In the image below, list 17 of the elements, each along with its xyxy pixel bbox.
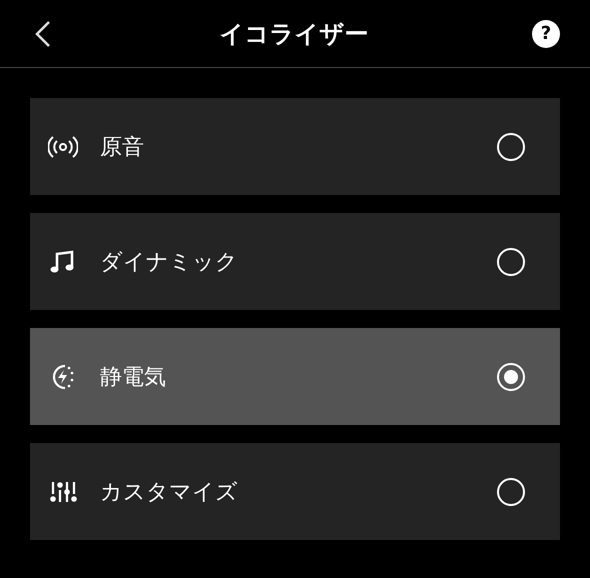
- preset-label: カスタマイズ: [100, 478, 239, 506]
- radio-button[interactable]: [497, 362, 525, 390]
- radio-button[interactable]: [497, 248, 525, 276]
- preset-option[interactable]: 静電気: [30, 328, 560, 425]
- preset-option[interactable]: カスタマイズ: [30, 443, 560, 540]
- back-icon: [34, 20, 52, 48]
- screen-title: イコライザー: [220, 18, 368, 50]
- help-button[interactable]: ?: [532, 20, 560, 48]
- preset-label: 静電気: [100, 364, 167, 392]
- radio-button[interactable]: [497, 478, 525, 506]
- preset-label: ダイナミック: [100, 248, 239, 276]
- radio-button[interactable]: [497, 132, 525, 160]
- equalizer-icon: [48, 480, 78, 504]
- preset-label: 原音: [100, 134, 145, 162]
- preset-option[interactable]: 原音: [30, 98, 560, 195]
- broadcast-icon: [48, 134, 78, 158]
- preset-option[interactable]: ダイナミック: [30, 213, 560, 310]
